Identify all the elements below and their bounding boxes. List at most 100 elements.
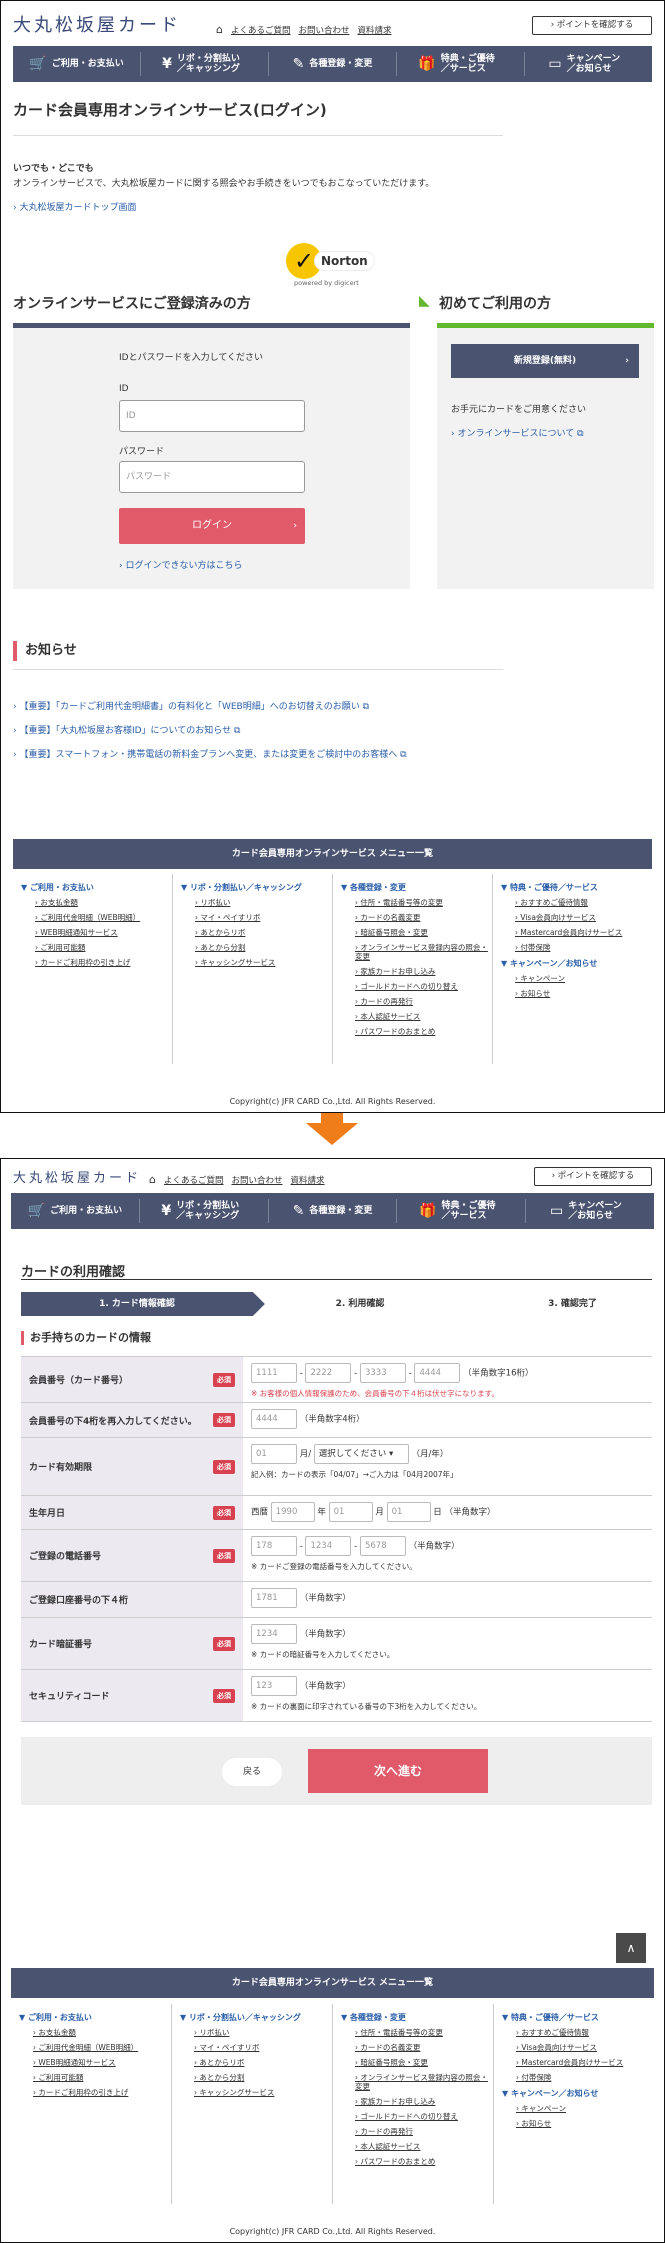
phone-input-2[interactable]: 1234 bbox=[305, 1536, 352, 1556]
menu-link[interactable]: › キャッシングサービス bbox=[194, 2088, 332, 2097]
menu-link[interactable]: › キャッシングサービス bbox=[195, 958, 332, 967]
menu-category[interactable]: ▼ ご利用・お支払い bbox=[19, 2012, 171, 2023]
menu-link[interactable]: › Visa会員向けサービス bbox=[515, 913, 652, 922]
cvc-input[interactable]: 123 bbox=[251, 1676, 297, 1696]
menu-link[interactable]: › ゴールドカードへの切り替え bbox=[355, 2112, 493, 2121]
expiry-month-input[interactable]: 01 bbox=[251, 1444, 297, 1464]
expiry-year-select[interactable]: 選択してください ▾ bbox=[313, 1444, 409, 1464]
last4-input[interactable]: 4444 bbox=[251, 1409, 297, 1429]
about-service-link[interactable]: › オンラインサービスについて ⧉ bbox=[451, 426, 584, 439]
nav-benefits[interactable]: 🎁 特典・ご優待／サービス bbox=[397, 52, 525, 76]
menu-link[interactable]: › 付帯保険 bbox=[515, 943, 652, 952]
menu-link[interactable]: › 付帯保険 bbox=[516, 2073, 654, 2082]
points-button[interactable]: › ポイントを確認する bbox=[534, 1167, 652, 1186]
menu-link[interactable]: › 家族カードお申し込み bbox=[355, 967, 492, 976]
menu-category[interactable]: ▼ キャンペーン／お知らせ bbox=[501, 958, 652, 969]
menu-link[interactable]: › ご利用可能額 bbox=[35, 943, 172, 952]
menu-link[interactable]: › オンラインサービス登録内容の照会・変更 bbox=[355, 2073, 493, 2091]
menu-link[interactable]: › 本人認証サービス bbox=[355, 2142, 493, 2151]
menu-link[interactable]: › Visa会員向けサービス bbox=[516, 2043, 654, 2052]
menu-link[interactable]: › ご利用代金明細（WEB明細） bbox=[35, 913, 172, 922]
site-logo[interactable]: 大丸松坂屋カード bbox=[13, 11, 181, 37]
contact-link[interactable]: お問い合わせ bbox=[299, 24, 350, 36]
menu-link[interactable]: › 住所・電話番号等の変更 bbox=[355, 2028, 493, 2037]
menu-link[interactable]: › ご利用代金明細（WEB明細） bbox=[33, 2043, 171, 2052]
birth-year-input[interactable]: 1990 bbox=[270, 1502, 315, 1522]
menu-link[interactable]: › あとからリボ bbox=[195, 928, 332, 937]
menu-link[interactable]: › カードご利用枠の引き上げ bbox=[35, 958, 172, 967]
menu-link[interactable]: › リボ払い bbox=[194, 2028, 332, 2037]
phone-input-3[interactable]: 5678 bbox=[359, 1536, 406, 1556]
next-button[interactable]: 次へ進む bbox=[308, 1749, 488, 1793]
pin-input[interactable]: 1234 bbox=[251, 1624, 297, 1644]
menu-link[interactable]: › カードご利用枠の引き上げ bbox=[33, 2088, 171, 2097]
docs-link[interactable]: 資料請求 bbox=[358, 24, 392, 36]
menu-link[interactable]: › あとからリボ bbox=[194, 2058, 332, 2067]
back-to-top-icon[interactable]: ∧ bbox=[616, 1933, 646, 1963]
menu-link[interactable]: › お支払金額 bbox=[33, 2028, 171, 2037]
menu-link[interactable]: › カードの名義変更 bbox=[355, 913, 492, 922]
menu-link[interactable]: › カードの再発行 bbox=[355, 2127, 493, 2136]
nav-revolving[interactable]: ¥ リボ・分割払い／キャッシング bbox=[141, 52, 269, 76]
nav-revolving[interactable]: ¥ リボ・分割払い／キャッシング bbox=[140, 1199, 269, 1223]
menu-link[interactable]: › 暗証番号照会・変更 bbox=[355, 928, 492, 937]
faq-link[interactable]: よくあるご質問 bbox=[164, 1174, 224, 1186]
nav-usage[interactable]: 🛒 ご利用・お支払い bbox=[13, 52, 141, 76]
card-number-1[interactable]: 1111 bbox=[251, 1363, 297, 1383]
card-number-3[interactable]: 3333 bbox=[359, 1363, 406, 1383]
menu-link[interactable]: › あとから分割 bbox=[195, 943, 332, 952]
back-button[interactable]: 戻る bbox=[222, 1758, 282, 1786]
nav-benefits[interactable]: 🎁 特典・ご優待／サービス bbox=[397, 1199, 527, 1223]
menu-category[interactable]: ▼ 各種登録・変更 bbox=[341, 2012, 493, 2023]
menu-category[interactable]: ▼ 特典・ご優待／サービス bbox=[502, 2012, 654, 2023]
birth-day-input[interactable]: 01 bbox=[386, 1502, 431, 1522]
card-number-4[interactable]: 4444 bbox=[414, 1363, 461, 1383]
menu-link[interactable]: › Mastercard会員向けサービス bbox=[516, 2058, 654, 2067]
menu-link[interactable]: › パスワードのおまとめ bbox=[355, 1027, 492, 1036]
points-button[interactable]: › ポイントを確認する bbox=[532, 16, 652, 35]
birth-month-input[interactable]: 01 bbox=[328, 1502, 373, 1522]
menu-link[interactable]: › お知らせ bbox=[516, 2119, 654, 2128]
menu-link[interactable]: › カードの再発行 bbox=[355, 997, 492, 1006]
menu-link[interactable]: › マイ・ペイすリボ bbox=[195, 913, 332, 922]
menu-link[interactable]: › キャンペーン bbox=[515, 974, 652, 983]
menu-category[interactable]: ▼ 各種登録・変更 bbox=[341, 882, 492, 893]
menu-category[interactable]: ▼ キャンペーン／お知らせ bbox=[502, 2088, 654, 2099]
menu-link[interactable]: › 家族カードお申し込み bbox=[355, 2097, 493, 2106]
cant-login-link[interactable]: › ログインできない方はこちら bbox=[119, 558, 242, 571]
home-icon[interactable]: ⌂ bbox=[216, 23, 223, 36]
norton-seal[interactable]: ✓ Norton powered by digicert bbox=[286, 241, 376, 291]
nav-settings[interactable]: ✎ 各種登録・変更 bbox=[269, 52, 397, 76]
nav-campaign[interactable]: ▭ キャンペーン／お知らせ bbox=[525, 52, 652, 76]
phone-input-1[interactable]: 178 bbox=[251, 1536, 297, 1556]
menu-link[interactable]: › マイ・ペイすリボ bbox=[194, 2043, 332, 2052]
menu-link[interactable]: › ゴールドカードへの切り替え bbox=[355, 982, 492, 991]
menu-category[interactable]: ▼ ご利用・お支払い bbox=[21, 882, 172, 893]
menu-link[interactable]: › おすすめご優待情報 bbox=[515, 898, 652, 907]
menu-link[interactable]: › パスワードのおまとめ bbox=[355, 2157, 493, 2166]
nav-campaign[interactable]: ▭ キャンペーン／お知らせ bbox=[526, 1199, 654, 1223]
news-item[interactable]: › 【重要】スマートフォン・携帯電話の新料金プランへ変更、または変更をご検討中の… bbox=[13, 747, 407, 760]
bank4-input[interactable]: 1781 bbox=[251, 1588, 297, 1608]
menu-link[interactable]: › オンラインサービス登録内容の照会・変更 bbox=[355, 943, 492, 961]
menu-link[interactable]: › キャンペーン bbox=[516, 2104, 654, 2113]
menu-link[interactable]: › WEB明細通知サービス bbox=[35, 928, 172, 937]
menu-link[interactable]: › おすすめご優待情報 bbox=[516, 2028, 654, 2037]
news-item[interactable]: › 【重要】「カードご利用代金明細書」の有料化と「WEB明細」へのお切替えのお願… bbox=[13, 699, 369, 712]
menu-link[interactable]: › 暗証番号照会・変更 bbox=[355, 2058, 493, 2067]
id-input[interactable]: ID bbox=[119, 400, 305, 432]
menu-link[interactable]: › 住所・電話番号等の変更 bbox=[355, 898, 492, 907]
site-logo[interactable]: 大丸松坂屋カード bbox=[13, 1167, 141, 1186]
menu-link[interactable]: › あとから分割 bbox=[194, 2073, 332, 2082]
menu-link[interactable]: › カードの名義変更 bbox=[355, 2043, 493, 2052]
contact-link[interactable]: お問い合わせ bbox=[232, 1174, 283, 1186]
home-icon[interactable]: ⌂ bbox=[149, 1173, 156, 1186]
nav-usage[interactable]: 🛒 ご利用・お支払い bbox=[11, 1199, 140, 1223]
menu-link[interactable]: › WEB明細通知サービス bbox=[33, 2058, 171, 2067]
menu-category[interactable]: ▼ 特典・ご優待／サービス bbox=[501, 882, 652, 893]
top-page-link[interactable]: › 大丸松坂屋カードトップ画面 bbox=[13, 200, 136, 213]
menu-link[interactable]: › リボ払い bbox=[195, 898, 332, 907]
menu-category[interactable]: ▼ リボ・分割払い／キャッシング bbox=[180, 2012, 332, 2023]
menu-link[interactable]: › ご利用可能額 bbox=[33, 2073, 171, 2082]
menu-link[interactable]: › 本人認証サービス bbox=[355, 1012, 492, 1021]
